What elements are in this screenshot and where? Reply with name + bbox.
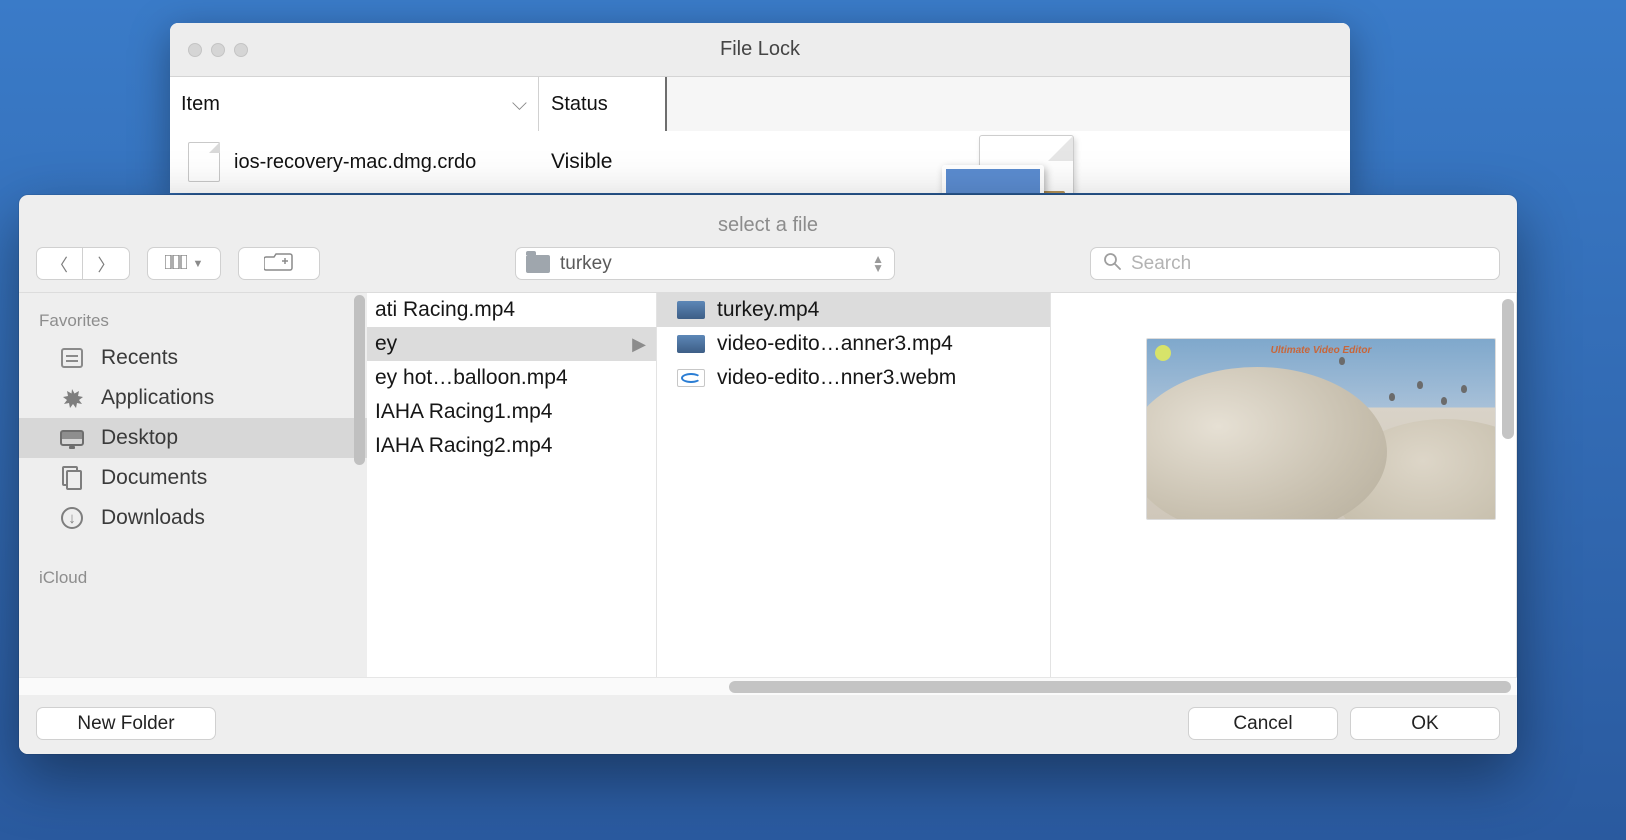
up-down-chevron-icon: ▲▼ <box>872 255 884 272</box>
new-folder-button[interactable]: New Folder <box>36 707 216 740</box>
chevron-down-icon: ⌵ <box>512 93 527 116</box>
sidebar-item-label: Applications <box>101 386 214 410</box>
scrollbar-thumb[interactable] <box>354 295 365 465</box>
cancel-button[interactable]: Cancel <box>1188 707 1338 740</box>
desktop-icon <box>59 427 85 449</box>
filelock-col-status[interactable]: Status <box>539 77 667 131</box>
video-file-icon <box>677 301 705 319</box>
column-1: ati Racing.mp4 ey▶ ey hot…balloon.mp4 IA… <box>367 293 657 677</box>
ok-button[interactable]: OK <box>1350 707 1500 740</box>
filelock-col-status-label: Status <box>551 93 608 116</box>
list-item[interactable]: video-edito…anner3.mp4 <box>657 327 1050 361</box>
column-2: turkey.mp4 video-edito…anner3.mp4 video-… <box>657 293 1051 677</box>
sidebar-header-favorites: Favorites <box>19 303 367 338</box>
sidebar: Favorites Recents Applications Desktop D… <box>19 293 367 677</box>
sidebar-item-documents[interactable]: Documents <box>19 458 367 498</box>
preview-thumbnail: Ultimate Video Editor <box>1146 338 1496 520</box>
downloads-icon: ↓ <box>59 507 85 529</box>
columns-view-icon <box>165 254 187 274</box>
filelock-row[interactable]: ios-recovery-mac.dmg.crdo Visible <box>170 131 1350 193</box>
sidebar-header-icloud: iCloud <box>19 560 367 595</box>
filelock-window: File Lock Item ⌵ Status ios-recovery-mac… <box>170 23 1350 193</box>
sidebar-item-downloads[interactable]: ↓ Downloads <box>19 498 367 538</box>
nav-forward-button[interactable]: 〉 <box>83 247 130 280</box>
nav-segment: 〈 〉 <box>36 247 130 280</box>
filelock-titlebar: File Lock <box>170 23 1350 77</box>
new-folder-toolbar-button[interactable] <box>238 247 320 280</box>
list-item[interactable]: IAHA Racing2.mp4 <box>367 429 656 463</box>
search-field[interactable] <box>1090 247 1500 280</box>
chevron-down-icon: ▼ <box>193 258 204 270</box>
recents-icon <box>59 347 85 369</box>
video-file-icon <box>677 335 705 353</box>
column-browser: ati Racing.mp4 ey▶ ey hot…balloon.mp4 IA… <box>367 293 1517 677</box>
chevron-right-icon: ▶ <box>632 334 646 355</box>
scrollbar-thumb[interactable] <box>1502 299 1514 439</box>
nav-back-button[interactable]: 〈 <box>36 247 83 280</box>
sidebar-item-label: Desktop <box>101 426 178 450</box>
path-popup-button[interactable]: turkey ▲▼ <box>515 247 895 280</box>
file-icon <box>188 142 220 182</box>
list-item[interactable]: ey▶ <box>367 327 656 361</box>
filelock-column-headers: Item ⌵ Status <box>170 77 1350 131</box>
sheet-toolbar: 〈 〉 ▼ turkey ▲▼ <box>19 237 1517 292</box>
filelock-col-item[interactable]: Item ⌵ <box>170 77 539 131</box>
filelock-row-status: Visible <box>551 150 612 174</box>
sidebar-scrollbar[interactable] <box>352 293 367 677</box>
sidebar-item-applications[interactable]: Applications <box>19 378 367 418</box>
webm-file-icon <box>677 369 705 387</box>
path-popup-label: turkey <box>560 253 862 275</box>
documents-icon <box>59 467 85 489</box>
sidebar-item-label: Downloads <box>101 506 205 530</box>
sheet-footer: New Folder Cancel OK <box>19 695 1517 754</box>
list-item[interactable]: video-edito…nner3.webm <box>657 361 1050 395</box>
columns-vertical-scrollbar[interactable] <box>1499 293 1517 677</box>
list-item[interactable]: turkey.mp4 <box>657 293 1050 327</box>
search-input[interactable] <box>1131 253 1487 275</box>
filelock-preview-thumb <box>934 135 1084 193</box>
folder-icon <box>526 255 550 273</box>
chevron-right-icon: 〉 <box>98 251 115 276</box>
filelock-col-item-label: Item <box>181 93 220 116</box>
preview-pane: Ultimate Video Editor <box>1051 293 1517 677</box>
list-item[interactable]: ey hot…balloon.mp4 <box>367 361 656 395</box>
chevron-left-icon: 〈 <box>51 251 68 276</box>
sidebar-item-desktop[interactable]: Desktop <box>19 418 367 458</box>
sidebar-item-label: Recents <box>101 346 178 370</box>
file-picker-sheet: select a file 〈 〉 ▼ turkey ▲▼ <box>19 195 1517 754</box>
applications-icon <box>59 387 85 409</box>
folder-plus-icon <box>264 251 294 276</box>
preview-overlay-title: Ultimate Video Editor <box>1147 345 1495 356</box>
sidebar-item-recents[interactable]: Recents <box>19 338 367 378</box>
filelock-row-name: ios-recovery-mac.dmg.crdo <box>234 151 476 174</box>
list-item[interactable]: ati Racing.mp4 <box>367 293 656 327</box>
columns-horizontal-scrollbar[interactable] <box>19 677 1517 695</box>
search-icon <box>1103 252 1121 275</box>
view-mode-button[interactable]: ▼ <box>147 247 221 280</box>
filelock-window-title: File Lock <box>170 38 1350 61</box>
sheet-title: select a file <box>19 214 1517 237</box>
sidebar-item-label: Documents <box>101 466 207 490</box>
filelock-col-filler <box>667 77 1350 131</box>
list-item[interactable]: IAHA Racing1.mp4 <box>367 395 656 429</box>
scrollbar-thumb[interactable] <box>729 681 1511 693</box>
